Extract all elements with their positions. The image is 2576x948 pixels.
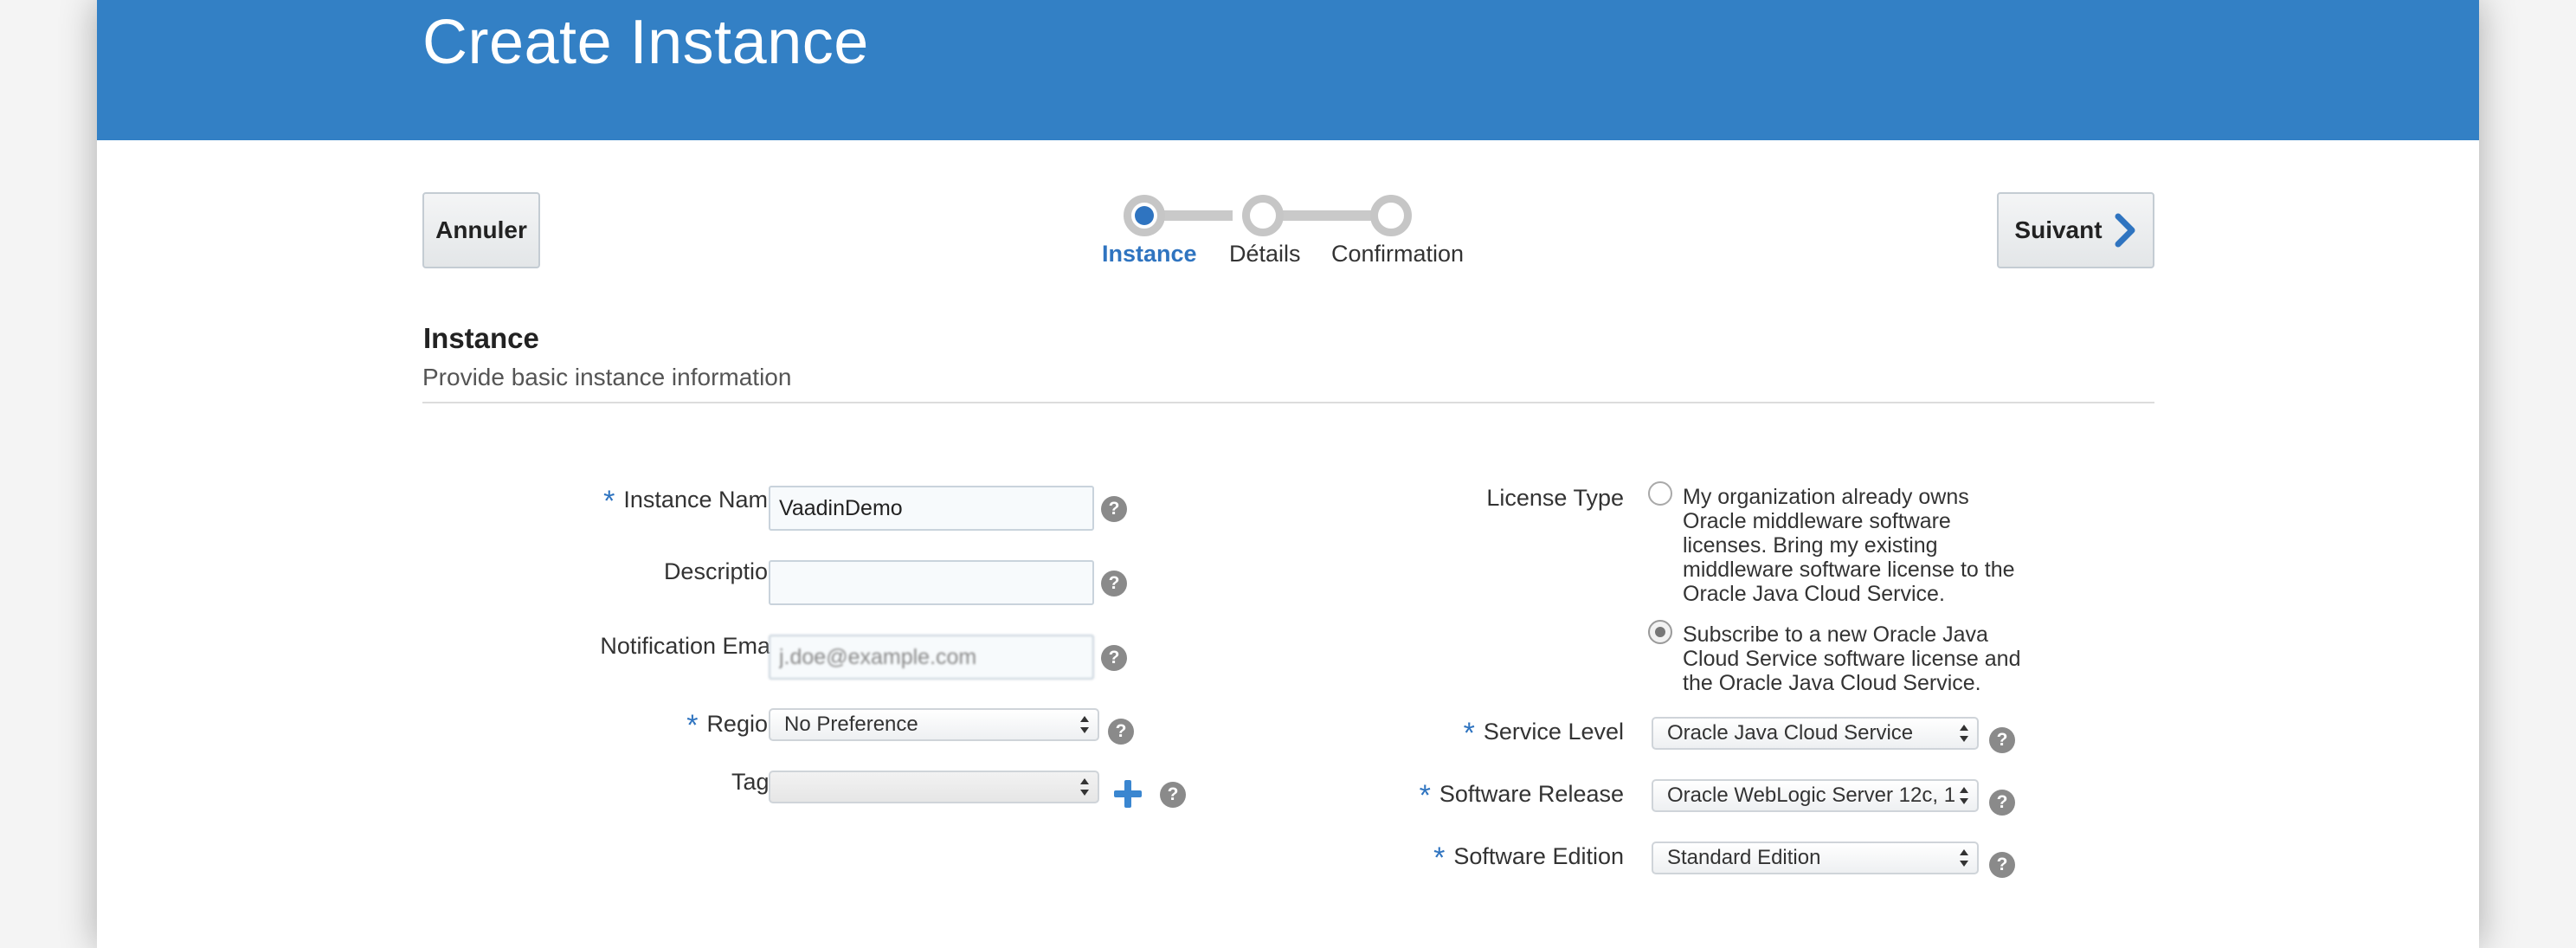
page-title: Create Instance (422, 8, 869, 77)
software-release-label: * Software Release (1419, 776, 1624, 812)
radio-text-line: Cloud Service software license and (1683, 647, 2021, 671)
help-icon[interactable]: ? (1101, 645, 1127, 671)
region-label: * Region (686, 706, 781, 742)
software-release-label-text: Software Release (1439, 781, 1624, 807)
license-byol-text: My organization already owns Oracle midd… (1683, 485, 2046, 606)
service-level-select[interactable]: Oracle Java Cloud Service (1652, 717, 1979, 750)
license-type-label: License Type (1486, 485, 1624, 511)
software-edition-select[interactable]: Standard Edition (1652, 842, 1979, 874)
license-subscribe-text: Subscribe to a new Oracle Java Cloud Ser… (1683, 622, 2046, 695)
section-title: Instance (423, 322, 539, 354)
train-stop-confirmation[interactable] (1370, 195, 1412, 236)
software-release-select-value: Oracle WebLogic Server 12c, 1 (1667, 784, 1956, 807)
select-arrows-icon (1960, 725, 1968, 742)
help-icon[interactable]: ? (1989, 727, 2015, 753)
required-indicator: * (603, 485, 615, 518)
radio-text-line: My organization already owns (1683, 485, 1969, 509)
train-label-details[interactable]: Détails (1229, 241, 1301, 268)
radio-text-line: Oracle Java Cloud Service. (1683, 582, 1945, 606)
required-indicator: * (1433, 842, 1446, 874)
next-button[interactable]: Suivant (1997, 192, 2154, 268)
train-label-confirmation[interactable]: Confirmation (1331, 241, 1464, 268)
select-arrows-icon (1080, 716, 1089, 733)
service-level-select-value: Oracle Java Cloud Service (1667, 721, 1914, 745)
radio-text-line: the Oracle Java Cloud Service. (1683, 671, 1981, 695)
cancel-button-label: Annuler (435, 216, 527, 243)
radio-text-line: middleware software license to the (1683, 558, 2015, 582)
instance-name-label-text: Instance Name (623, 487, 781, 513)
radio-text-line: Oracle middleware software (1683, 509, 1951, 533)
plus-icon[interactable] (1112, 778, 1143, 809)
software-release-select[interactable]: Oracle WebLogic Server 12c, 1 (1652, 779, 1979, 812)
help-icon[interactable]: ? (1108, 719, 1134, 745)
instance-name-input[interactable] (769, 486, 1094, 531)
section-divider (422, 402, 2154, 403)
help-icon[interactable]: ? (1101, 571, 1127, 597)
train-label-instance[interactable]: Instance (1102, 241, 1197, 268)
next-button-label: Suivant (2014, 216, 2103, 243)
required-indicator: * (1463, 717, 1475, 750)
required-indicator: * (686, 709, 699, 742)
select-arrows-icon (1960, 787, 1968, 804)
notification-email-input[interactable] (769, 635, 1094, 680)
license-subscribe-radio[interactable] (1648, 620, 1672, 644)
select-arrows-icon (1080, 778, 1089, 796)
required-indicator: * (1419, 779, 1431, 812)
header-bar: Create Instance (97, 0, 2479, 140)
software-edition-label-text: Software Edition (1453, 843, 1624, 869)
cancel-button[interactable]: Annuler (422, 192, 540, 268)
region-select[interactable]: No Preference (769, 708, 1099, 741)
service-level-label: * Service Level (1463, 713, 1624, 750)
select-arrows-icon (1960, 849, 1968, 867)
instance-name-label: * Instance Name (603, 481, 781, 518)
radio-text-line: licenses. Bring my existing (1683, 533, 1938, 558)
chevron-right-icon (2115, 213, 2135, 248)
tags-select[interactable] (769, 771, 1099, 803)
help-icon[interactable]: ? (1160, 782, 1186, 808)
software-edition-select-value: Standard Edition (1667, 846, 1821, 869)
license-byol-radio[interactable] (1648, 481, 1672, 506)
description-label: Description (663, 558, 781, 584)
region-select-value: No Preference (784, 713, 918, 736)
app-window: Create Instance Annuler Suivant Instance… (97, 0, 2479, 948)
section-subtitle: Provide basic instance information (422, 364, 792, 390)
software-edition-label: * Software Edition (1433, 838, 1624, 874)
radio-text-line: Subscribe to a new Oracle Java (1683, 622, 1988, 647)
train-stop-details[interactable] (1242, 195, 1284, 236)
help-icon[interactable]: ? (1101, 496, 1127, 522)
service-level-label-text: Service Level (1483, 719, 1624, 745)
train-stop-instance[interactable] (1124, 195, 1165, 236)
description-input[interactable] (769, 560, 1094, 605)
help-icon[interactable]: ? (1989, 852, 2015, 878)
help-icon[interactable]: ? (1989, 790, 2015, 816)
notification-email-label: Notification Email (600, 633, 781, 659)
